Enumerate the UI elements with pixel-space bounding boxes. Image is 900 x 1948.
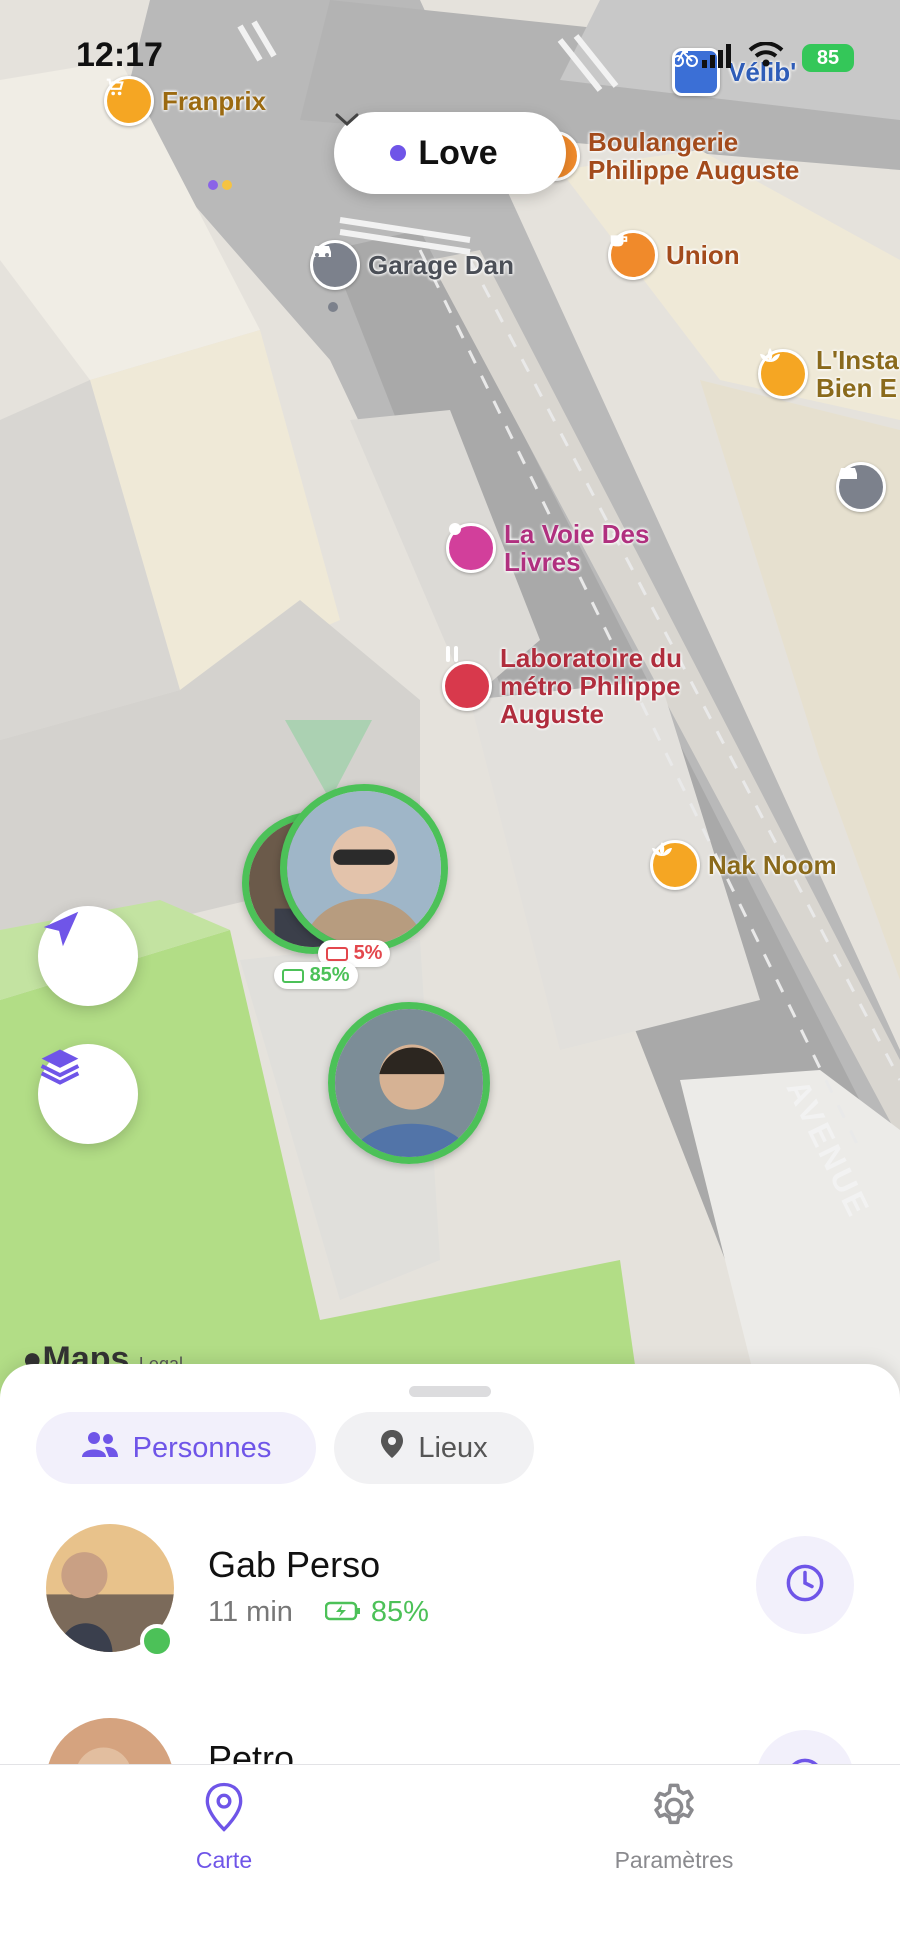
poi-label: La Voie Des Livres: [504, 519, 650, 578]
map-view[interactable]: Franprix Vélib' Boulangerie Philippe Aug…: [0, 0, 900, 1400]
poi-label: Laboratoire du métro Philippe Auguste: [500, 643, 683, 730]
wifi-icon: [748, 41, 784, 73]
car-icon: [836, 462, 886, 512]
segment-lieux[interactable]: Lieux: [334, 1412, 534, 1484]
online-indicator: [140, 1624, 174, 1658]
circle-icon: [446, 523, 496, 574]
sheet-grabber[interactable]: [409, 1386, 491, 1397]
poi-linsta[interactable]: L'Insta Bien E: [758, 346, 900, 402]
poi-label: Boulangerie Philippe Auguste: [588, 127, 800, 186]
map-dot: [328, 302, 338, 312]
poi-nak-noom[interactable]: Nak Noom: [650, 840, 837, 890]
person-marker-petro[interactable]: [328, 1002, 490, 1164]
map-dot: [208, 180, 218, 190]
segment-label: Lieux: [418, 1431, 488, 1464]
poi-label: L'Insta Bien E: [816, 345, 899, 404]
poi-la-voie-des-livres[interactable]: La Voie Des Livres: [446, 520, 664, 576]
clock-icon: [784, 1562, 826, 1609]
lotus-icon: [758, 348, 808, 400]
tab-label: Carte: [195, 1847, 253, 1873]
segment-personnes[interactable]: Personnes: [36, 1412, 316, 1484]
person-marker-love[interactable]: [280, 784, 448, 952]
lab-icon: [442, 646, 492, 712]
poi-car-right[interactable]: [836, 462, 886, 512]
battery-indicator: 85: [802, 44, 854, 72]
person-name: Gab Perso: [208, 1544, 381, 1585]
map-pin-icon: [204, 1781, 244, 1839]
battery-chip-charging: 85%: [274, 962, 358, 989]
last-seen: 11 min: [208, 1596, 293, 1628]
locate-me-button[interactable]: [38, 906, 138, 1006]
tab-label: Paramètres: [614, 1847, 734, 1873]
group-selector[interactable]: Love: [334, 112, 566, 194]
gear-icon: [648, 1781, 700, 1839]
avatar: [287, 791, 441, 945]
battery-charging-icon: [324, 1596, 361, 1629]
battery-level: 85%: [370, 1596, 429, 1628]
lotus-icon: [650, 840, 700, 890]
poi-laboratoire[interactable]: Laboratoire du métro Philippe Auguste: [442, 644, 710, 728]
pin-icon: [380, 1429, 404, 1467]
poi-label: Nak Noom: [708, 849, 837, 880]
poi-garage-dan[interactable]: Garage Dan: [310, 240, 514, 290]
car-icon: [310, 240, 360, 290]
battery-low-icon: [326, 946, 348, 961]
coffee-icon: [608, 230, 658, 280]
cellular-signal-icon: [702, 44, 734, 73]
status-time: 12:17: [76, 36, 163, 74]
group-color-dot: [390, 145, 407, 161]
avatar: [335, 1009, 483, 1157]
status-bar: 12:17 85: [0, 0, 900, 110]
person-meta: 11 min 85%: [208, 1596, 429, 1629]
map-dot: [222, 180, 232, 190]
history-button[interactable]: [756, 1536, 854, 1634]
poi-label: Garage Dan: [368, 249, 514, 280]
people-icon: [81, 1430, 119, 1466]
poi-boulangerie[interactable]: Boulangerie Philippe Auguste: [530, 128, 828, 184]
tab-parametres[interactable]: Paramètres: [564, 1781, 784, 1874]
poi-label: Union: [666, 239, 740, 270]
poi-union[interactable]: Union: [608, 230, 740, 280]
tab-bar: Carte Paramètres: [0, 1764, 900, 1948]
segment-label: Personnes: [132, 1431, 272, 1464]
list-item-person[interactable]: Gab Perso 11 min 85%: [0, 1524, 900, 1674]
group-selector-label: Love: [418, 133, 498, 172]
battery-charging-icon: [282, 968, 304, 983]
map-layers-button[interactable]: [38, 1044, 138, 1144]
tab-carte[interactable]: Carte: [114, 1781, 334, 1874]
